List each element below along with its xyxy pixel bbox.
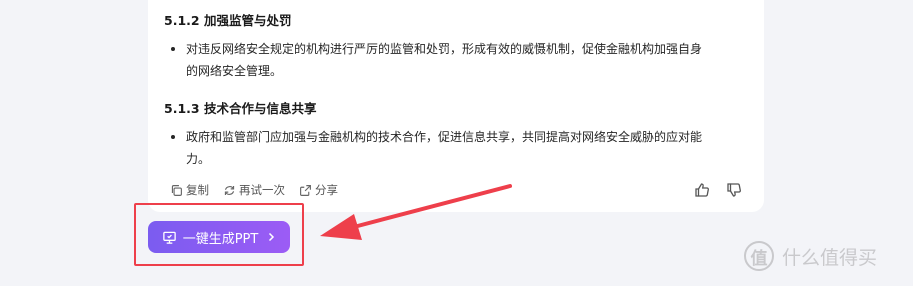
- bullet-text-line: 力。: [186, 152, 211, 166]
- bullet-item-supervision: 对违反网络安全规定的机构进行严厉的监管和处罚，形成有效的威慑机制，促使金融机构加…: [166, 38, 752, 82]
- copy-button[interactable]: 复制: [170, 182, 209, 198]
- feedback-controls: [678, 182, 742, 198]
- copy-label: 复制: [186, 183, 209, 197]
- bullet-text-line: 的网络安全管理。: [186, 64, 283, 78]
- dislike-button[interactable]: [726, 182, 742, 198]
- bullet-text-line: 对违反网络安全规定的机构进行严厉的监管和处罚，形成有效的威慑机制，促使金融机构加…: [186, 42, 703, 56]
- annotation-arrow: [320, 184, 512, 240]
- retry-icon: [224, 185, 235, 195]
- copy-icon: [171, 184, 182, 196]
- bullet-item-cooperation: 政府和监管部门应加强与金融机构的技术合作，促进信息共享，共同提高对网络安全威胁的…: [166, 126, 752, 170]
- presentation-icon: [162, 230, 177, 245]
- thumbs-down-icon: [727, 183, 741, 197]
- bullet-text-line: 政府和监管部门应加强与金融机构的技术合作，促进信息共享，共同提高对网络安全威胁的…: [186, 130, 703, 144]
- thumbs-up-icon: [695, 183, 709, 197]
- watermark-logo: 值: [744, 241, 774, 271]
- section-heading-supervision: 5.1.2 加强监管与处罚: [164, 13, 292, 28]
- watermark: 值 什么值得买: [744, 241, 877, 271]
- section-heading-cooperation: 5.1.3 技术合作与信息共享: [164, 101, 317, 116]
- like-button[interactable]: [694, 182, 710, 198]
- watermark-text: 什么值得买: [782, 246, 878, 269]
- retry-button[interactable]: 再试一次: [223, 182, 285, 198]
- retry-label: 再试一次: [239, 183, 285, 197]
- generate-ppt-button[interactable]: 一键生成PPT: [148, 221, 290, 253]
- generate-ppt-label: 一键生成PPT: [182, 231, 259, 247]
- chevron-right-icon: [266, 232, 276, 242]
